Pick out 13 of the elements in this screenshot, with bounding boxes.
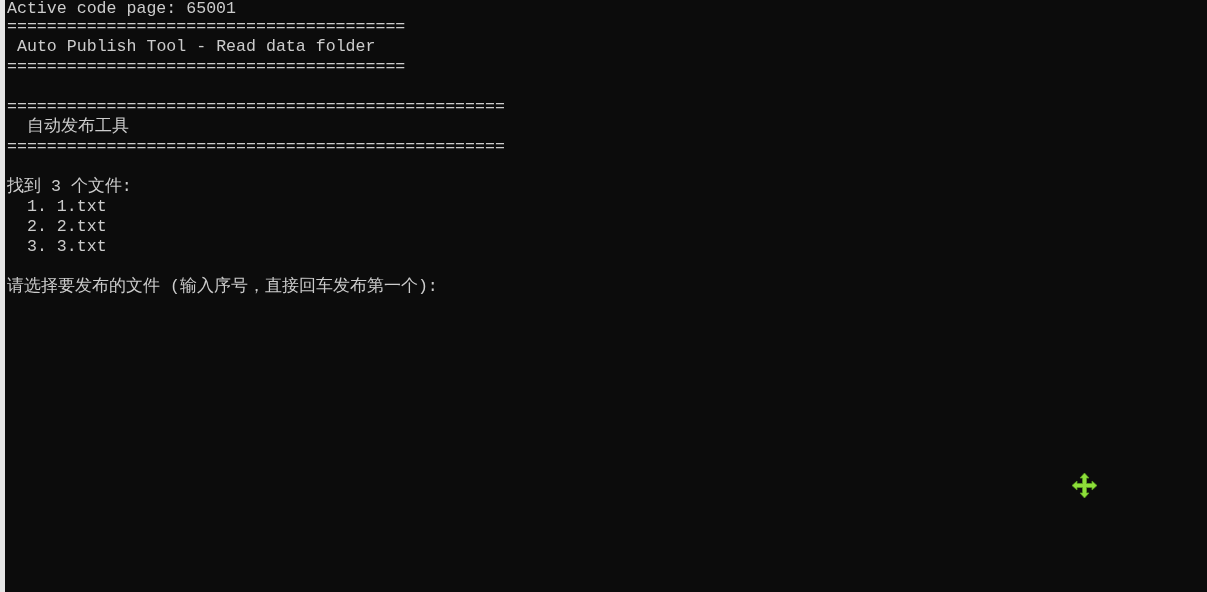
console-line: 找到 3 个文件: [7,177,132,197]
separator-line: ======================================== [7,57,406,77]
console-title: Auto Publish Tool - Read data folder [17,37,376,57]
separator-line: ======================================== [7,17,406,37]
separator-line: ================================================== [7,137,505,157]
console-title: 自动发布工具 [27,117,129,137]
console-line: Active code page: 65001 [7,0,237,17]
file-list-item: 3. 3.txt [27,237,107,257]
separator-line: ================================================== [7,97,505,117]
file-list-item: 1. 1.txt [27,197,107,217]
file-list-item: 2. 2.txt [27,217,107,237]
move-cursor-icon [1071,472,1098,499]
console-line: 请选择要发布的文件 (输入序号，直接回车发布第一个): [7,277,438,297]
